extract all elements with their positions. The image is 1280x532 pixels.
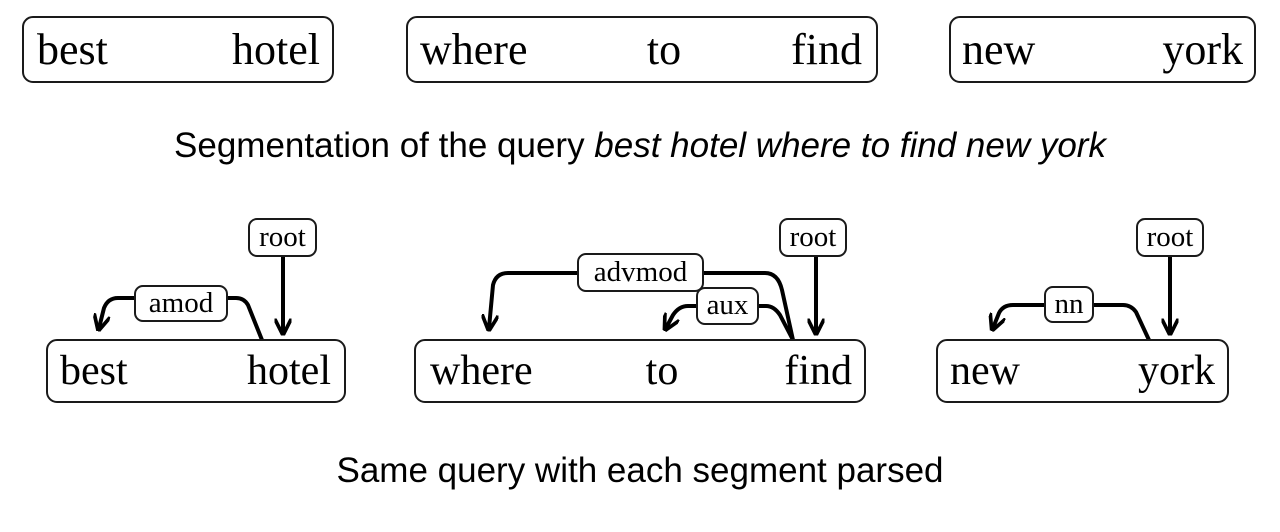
root-label-text: root <box>790 221 837 253</box>
root-label-text: root <box>259 221 306 253</box>
segment-word: where <box>420 25 528 74</box>
segment-box-1: best hotel <box>22 16 334 83</box>
parsed-word: to <box>646 348 679 394</box>
segment-box-3: new york <box>949 16 1256 83</box>
parsed-word: find <box>784 348 852 394</box>
parsed-segment-3: new york root nn <box>936 218 1229 403</box>
nn-label: nn <box>1044 286 1094 323</box>
amod-label: amod <box>134 285 228 322</box>
parsed-word: new <box>950 348 1021 394</box>
segment-word: york <box>1162 25 1243 74</box>
segmentation-caption: Segmentation of the query best hotel whe… <box>174 126 1107 165</box>
segment-word: best <box>37 25 108 74</box>
parsed-word: york <box>1138 348 1215 394</box>
segment-word: to <box>647 25 681 74</box>
parsed-segment-2: where to find root advmod aux <box>414 218 866 403</box>
root-label-3: root <box>1136 218 1204 257</box>
root-label-1: root <box>248 218 317 257</box>
parsed-word: where <box>430 348 533 394</box>
segment-word: new <box>962 25 1036 74</box>
root-label-text: root <box>1147 221 1194 253</box>
segmentation-diagram: best hotel where to find new york Segmen… <box>22 16 1256 490</box>
advmod-label: advmod <box>577 253 704 292</box>
parsed-word: hotel <box>247 348 331 394</box>
caption-prefix: Segmentation of the query <box>174 126 594 165</box>
parsed-word: best <box>60 348 128 394</box>
parsed-caption: Same query with each segment parsed <box>337 451 944 490</box>
root-label-2: root <box>779 218 847 257</box>
dependency-label-text: amod <box>149 287 214 319</box>
parsed-segment-1: best hotel root amod <box>46 218 346 403</box>
aux-label: aux <box>696 287 759 325</box>
dependency-label-text: aux <box>707 289 749 321</box>
segment-word: hotel <box>232 25 320 74</box>
dependency-label-text: nn <box>1055 288 1085 320</box>
segment-word: find <box>791 25 862 74</box>
caption-query: best hotel where to find new york <box>594 126 1107 165</box>
segment-box-2: where to find <box>406 16 878 83</box>
dependency-label-text: advmod <box>594 256 688 288</box>
